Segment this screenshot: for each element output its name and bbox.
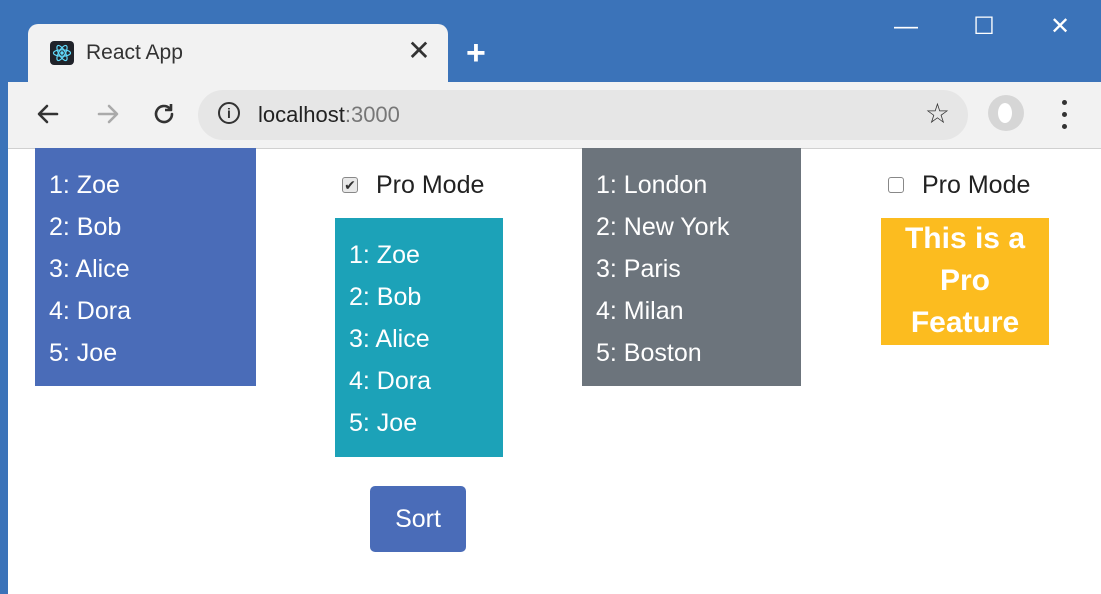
list-item: 2: Bob (349, 283, 422, 311)
pro-feature-line: Feature (910, 306, 1020, 339)
list-item: 3: Paris (596, 255, 681, 283)
list-item: 1: Zoe (349, 241, 420, 269)
more-vert-icon[interactable] (1054, 96, 1074, 132)
sort-button[interactable]: Sort (370, 486, 466, 552)
profile-icon[interactable] (988, 95, 1024, 131)
list-item: 5: Joe (49, 339, 118, 367)
list-item: 5: Joe (349, 409, 418, 437)
list-item: 4: Dora (349, 367, 431, 395)
cities-list: 1: London 2: New York 3: Paris 4: Milan 5: B… (582, 148, 801, 386)
minimize-button[interactable]: — (886, 12, 926, 42)
back-arrow-icon[interactable] (30, 96, 66, 132)
star-icon[interactable]: ☆ (925, 98, 950, 130)
list-item: 1: London (596, 171, 708, 199)
pro-mode-checkbox-1[interactable]: ✔ (342, 177, 358, 193)
reload-icon[interactable] (146, 96, 182, 132)
navigation-bar: i localhost:3000 ☆ (8, 82, 1101, 149)
react-icon (50, 41, 74, 65)
list-item: 5: Boston (596, 339, 702, 367)
url-text: localhost:3000 (258, 102, 400, 127)
pro-mode-toggle-1[interactable]: ✔ Pro Mode (342, 168, 484, 202)
list-item: 2: Bob (49, 213, 122, 241)
new-tab-button[interactable]: + (466, 36, 486, 70)
forward-arrow-icon[interactable] (90, 96, 126, 132)
pro-mode-checkbox-2[interactable] (888, 177, 904, 193)
list-item: 4: Dora (49, 297, 131, 325)
pro-mode-toggle-2[interactable]: Pro Mode (888, 168, 1030, 202)
info-icon[interactable]: i (218, 102, 240, 124)
pro-mode-label-1: Pro Mode (376, 170, 485, 199)
pro-feature-message: This is a Pro Feature (881, 218, 1049, 345)
browser-window: React App ✕ + — ☐ ✕ i localhost:3000 ☆ 1… (0, 0, 1101, 594)
pro-feature-line: This is a (904, 222, 1026, 255)
tab-react-app[interactable]: React App ✕ (28, 24, 448, 82)
pro-mode-label-2: Pro Mode (922, 170, 1031, 199)
list-item: 1: Zoe (49, 171, 120, 199)
list-item: 3: Alice (49, 255, 130, 283)
tab-title: React App (86, 41, 183, 64)
title-bar: React App ✕ + — ☐ ✕ (8, 0, 1101, 82)
list-item: 2: New York (596, 213, 730, 241)
address-bar[interactable]: i localhost:3000 ☆ (198, 90, 968, 140)
maximize-button[interactable]: ☐ (964, 12, 1004, 42)
names-list-1: 1: Zoe 2: Bob 3: Alice 4: Dora 5: Joe (35, 148, 256, 386)
list-item: 4: Milan (596, 297, 684, 325)
pro-feature-line: Pro (939, 264, 990, 297)
close-tab-icon[interactable]: ✕ (404, 36, 434, 66)
list-item: 3: Alice (349, 325, 430, 353)
close-window-button[interactable]: ✕ (1040, 12, 1080, 42)
names-list-2: 1: Zoe 2: Bob 3: Alice 4: Dora 5: Joe (335, 218, 503, 457)
